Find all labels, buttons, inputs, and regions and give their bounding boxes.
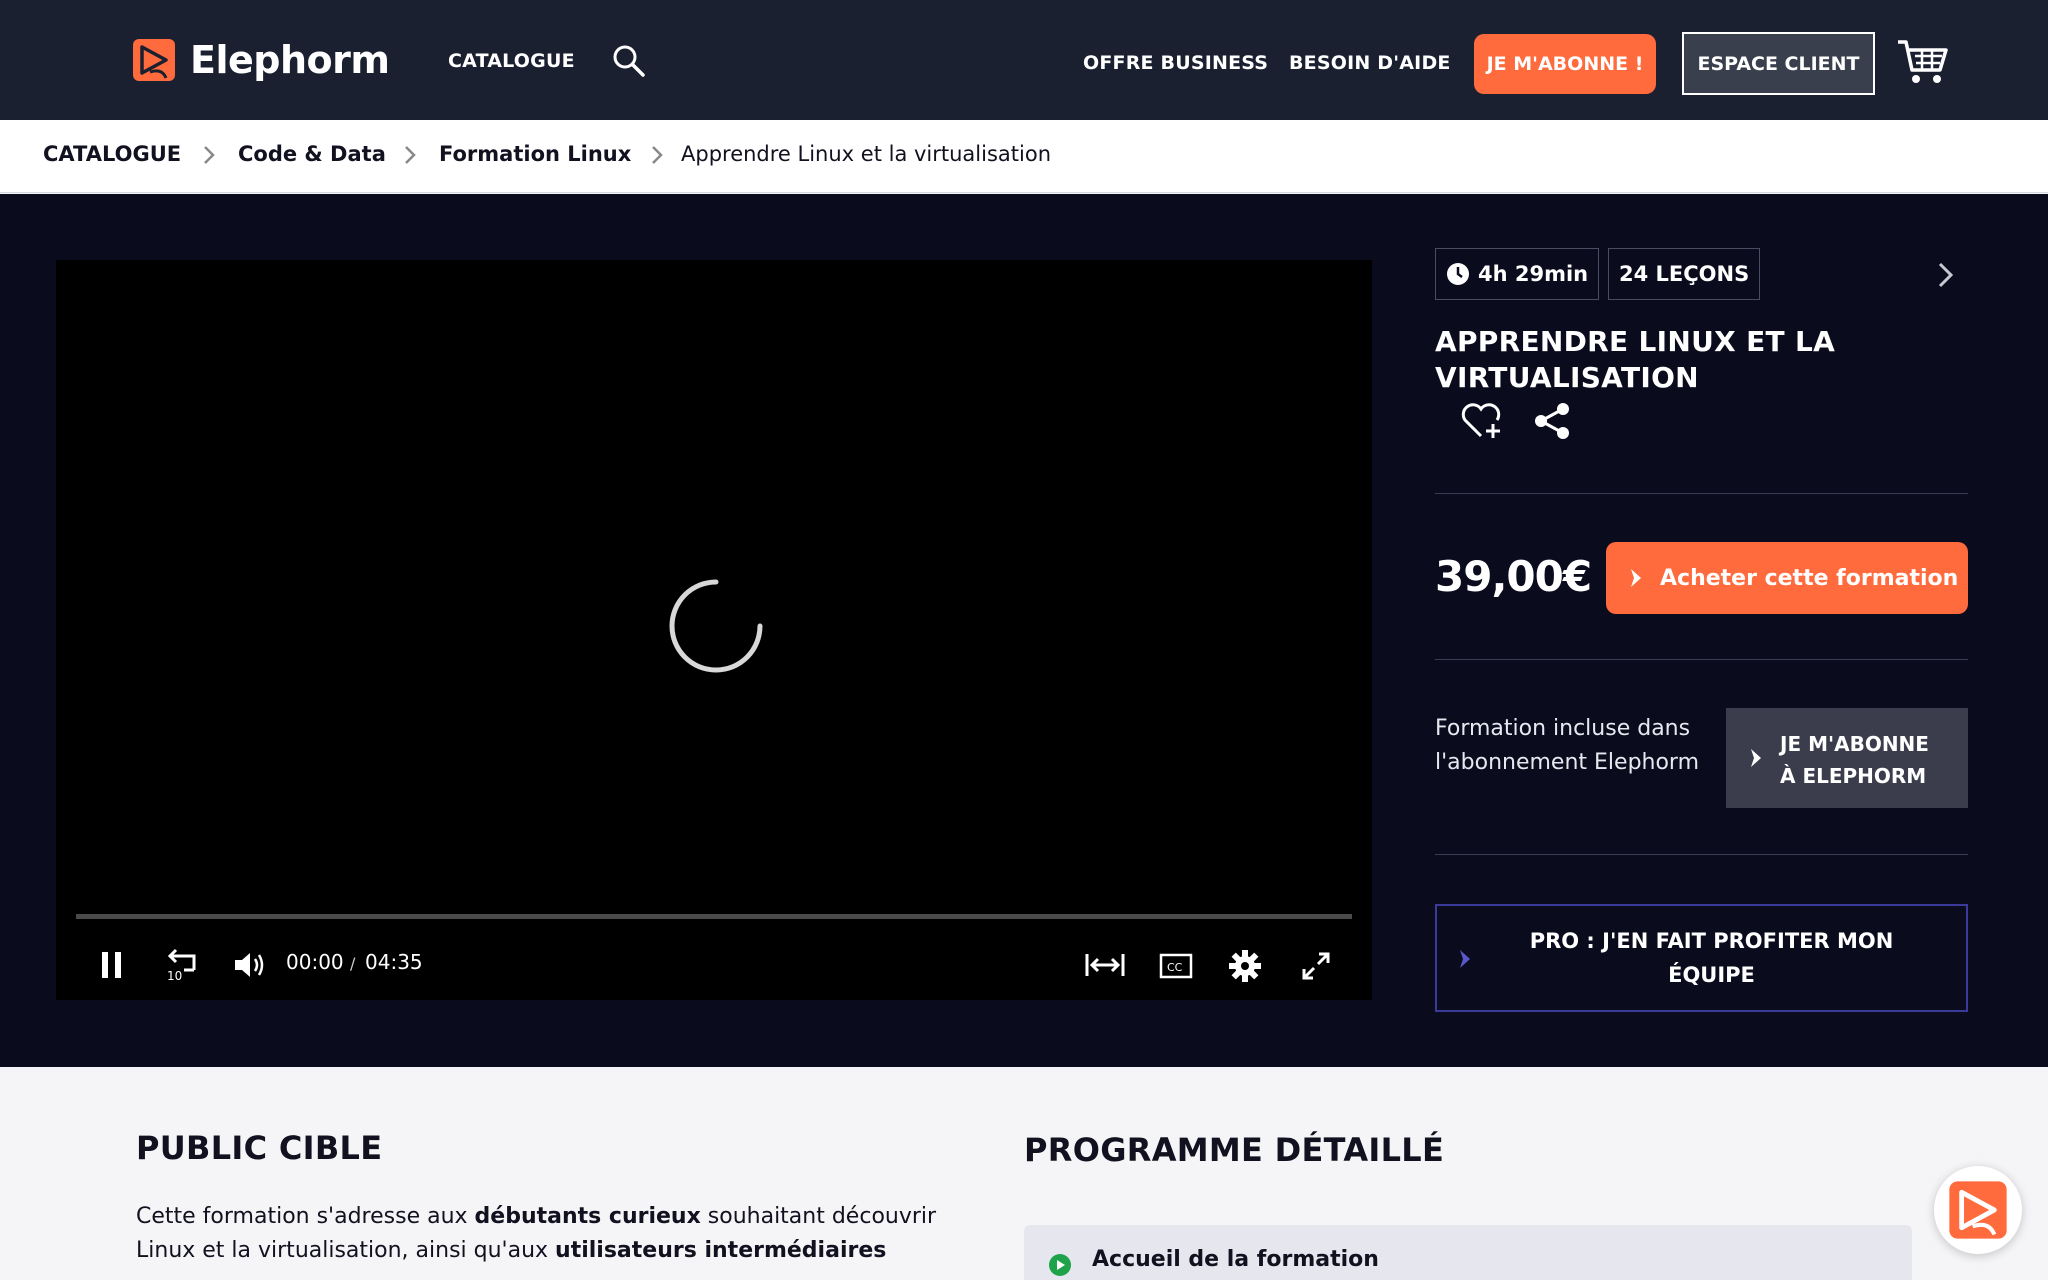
espace-client-button[interactable]: ESPACE CLIENT xyxy=(1682,32,1875,95)
programme-chapter[interactable]: Accueil de la formation xyxy=(1024,1225,1912,1280)
time-separator: / xyxy=(350,954,356,973)
brand-name: Elephorm xyxy=(190,38,390,82)
svg-text:10: 10 xyxy=(167,969,182,982)
video-progress-bar[interactable] xyxy=(76,914,1352,919)
course-title-line2: VIRTUALISATION xyxy=(1435,361,1699,394)
share-icon[interactable] xyxy=(1533,402,1573,440)
subscribe-elephorm-line1: JE M'ABONNE xyxy=(1780,732,1929,756)
clock-icon xyxy=(1447,263,1469,285)
elephorm-chat-icon xyxy=(1949,1181,2007,1239)
chevron-right-icon xyxy=(405,146,416,164)
play-arrow-icon xyxy=(1460,950,1470,968)
search-icon[interactable] xyxy=(612,44,646,78)
public-cible-text: Cette formation s'adresse aux débutants … xyxy=(136,1200,956,1268)
current-time: 00:00 xyxy=(286,950,344,974)
buy-course-label: Acheter cette formation xyxy=(1660,565,1959,591)
course-title-line1: APPRENDRE LINUX ET LA xyxy=(1435,325,1836,358)
settings-gear-icon[interactable] xyxy=(1228,949,1262,983)
programme-item-label: Accueil de la formation xyxy=(1092,1247,1379,1272)
brand-logo[interactable]: Elephorm xyxy=(132,38,390,82)
pro-team-button[interactable]: PRO : J'EN FAIT PROFITER MON ÉQUIPE xyxy=(1435,904,1968,1012)
play-arrow-icon xyxy=(1631,569,1641,587)
fullscreen-icon[interactable] xyxy=(1300,950,1332,982)
rewind-10-icon[interactable]: 10 xyxy=(164,946,200,982)
course-hero: 10 00:00 / 04:35 CC 4h 29min 24 LEÇONS A… xyxy=(0,194,2048,1067)
duration-text: 4h 29min xyxy=(1478,262,1589,286)
duration-chip: 4h 29min xyxy=(1435,248,1600,300)
subscribe-button[interactable]: JE M'ABONNE ! xyxy=(1474,34,1656,94)
breadcrumb-catalogue[interactable]: CATALOGUE xyxy=(43,142,181,166)
lessons-text: 24 LEÇONS xyxy=(1619,262,1750,286)
included-in-subscription-text: Formation incluse dans l'abonnement Elep… xyxy=(1435,716,1700,775)
chevron-right-icon xyxy=(204,146,215,164)
course-details-section: PUBLIC CIBLE Cette formation s'adresse a… xyxy=(0,1067,2048,1280)
public-bold-1: débutants curieux xyxy=(474,1204,701,1229)
public-text-1: Cette formation s'adresse aux xyxy=(136,1204,475,1229)
public-bold-2: utilisateurs intermédiaires xyxy=(555,1238,887,1263)
divider xyxy=(1435,659,1968,660)
subscribe-elephorm-button[interactable]: JE M'ABONNE À ELEPHORM xyxy=(1726,708,1968,808)
pro-team-line2: ÉQUIPE xyxy=(1668,963,1755,987)
breadcrumb-current: Apprendre Linux et la virtualisation xyxy=(681,142,1052,166)
course-price: 39,00€ xyxy=(1435,552,1592,601)
pause-icon[interactable] xyxy=(98,948,126,982)
breadcrumb: CATALOGUE Code & Data Formation Linux Ap… xyxy=(0,120,2048,193)
subscribe-elephorm-line2: À ELEPHORM xyxy=(1780,764,1927,788)
breadcrumb-code-data[interactable]: Code & Data xyxy=(238,142,386,166)
total-duration: 04:35 xyxy=(365,950,423,974)
chevron-right-icon[interactable] xyxy=(1936,260,1956,290)
cart-icon[interactable] xyxy=(1896,38,1948,86)
breadcrumb-formation-linux[interactable]: Formation Linux xyxy=(439,142,631,166)
public-text-2: souhaitant découvrir xyxy=(700,1204,937,1229)
nav-catalogue-link[interactable]: CATALOGUE xyxy=(448,50,575,72)
course-title: APPRENDRE LINUX ET LA VIRTUALISATION xyxy=(1435,324,1915,396)
add-to-favorites-heart-icon[interactable] xyxy=(1459,402,1505,440)
divider xyxy=(1435,493,1968,494)
theater-mode-icon[interactable] xyxy=(1084,950,1126,980)
chat-support-button[interactable] xyxy=(1934,1166,2022,1254)
public-text-3: Linux et la virtualisation, ainsi qu'aux xyxy=(136,1238,556,1263)
divider xyxy=(1435,854,1968,855)
svg-text:CC: CC xyxy=(1167,961,1183,974)
play-circle-icon xyxy=(1049,1254,1071,1276)
loading-spinner-icon xyxy=(669,579,763,673)
chevron-right-icon xyxy=(652,146,663,164)
programme-heading: PROGRAMME DÉTAILLÉ xyxy=(1024,1131,1445,1169)
volume-icon[interactable] xyxy=(232,948,268,982)
elephorm-logo-icon xyxy=(133,39,175,81)
video-player[interactable]: 10 00:00 / 04:35 CC xyxy=(56,260,1372,1000)
pro-team-line1: PRO : J'EN FAIT PROFITER MON xyxy=(1529,929,1894,953)
closed-captions-icon[interactable]: CC xyxy=(1159,952,1193,980)
play-arrow-icon xyxy=(1751,749,1761,767)
public-cible-heading: PUBLIC CIBLE xyxy=(136,1129,383,1167)
buy-course-button[interactable]: Acheter cette formation xyxy=(1606,542,1968,614)
lessons-chip: 24 LEÇONS xyxy=(1608,248,1761,300)
nav-offre-business-link[interactable]: OFFRE BUSINESS xyxy=(1083,52,1268,74)
top-navigation-bar: Elephorm CATALOGUE OFFRE BUSINESS BESOIN… xyxy=(0,0,2048,120)
nav-besoin-aide-link[interactable]: BESOIN D'AIDE xyxy=(1289,52,1451,74)
